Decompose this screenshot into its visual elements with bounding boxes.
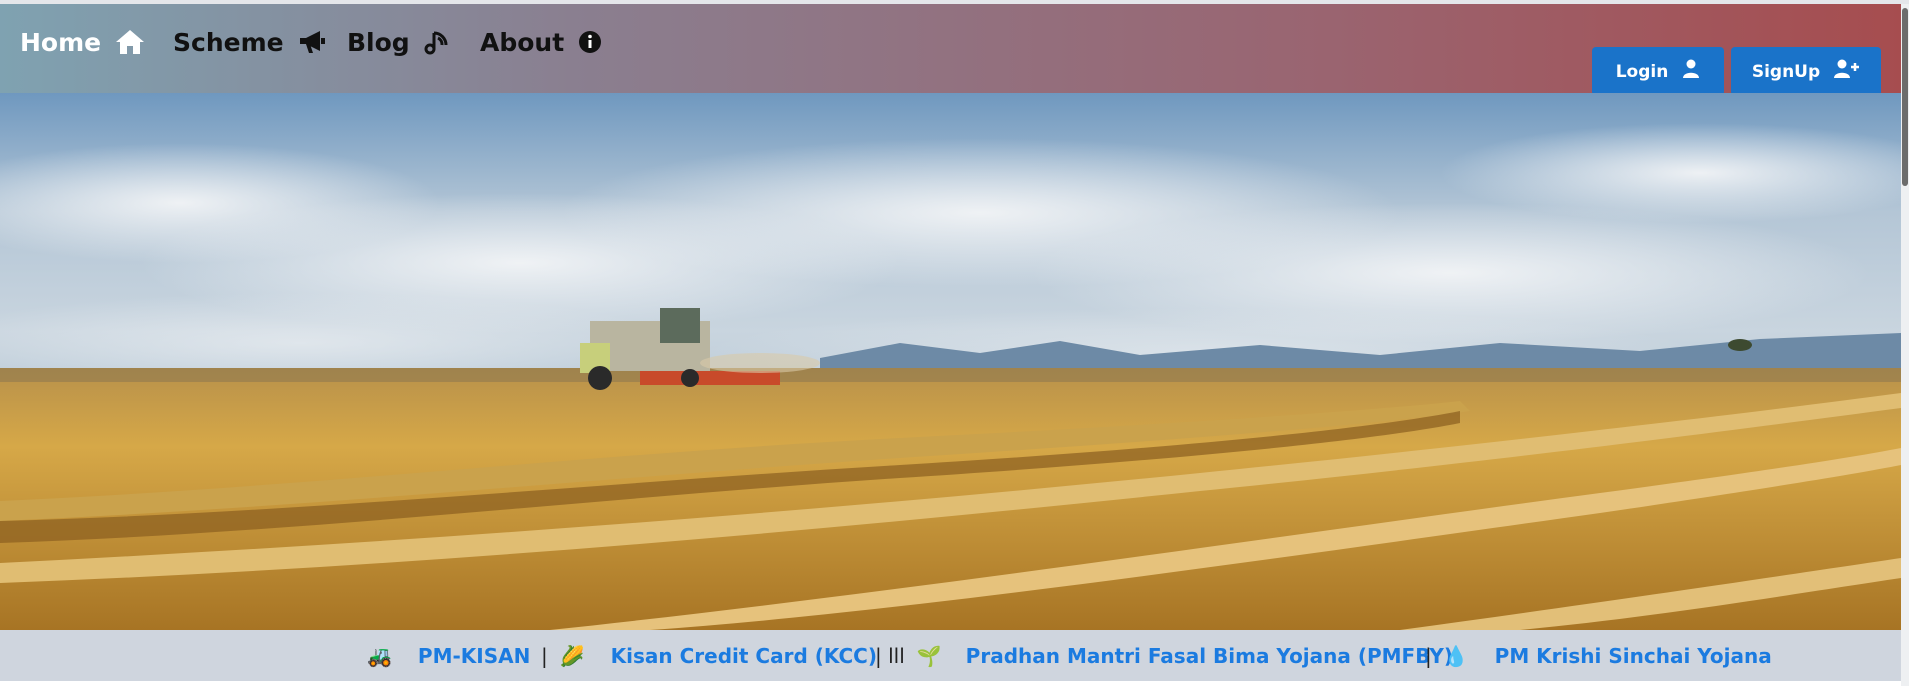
seedling-emoji: 🌱 [916,643,942,668]
signup-button[interactable]: SignUp [1731,47,1881,96]
login-button[interactable]: Login [1592,47,1724,96]
nav-scheme[interactable]: Scheme [173,24,326,60]
pm-kisan-link[interactable]: PM-KISAN [418,644,530,668]
blog-icon [424,29,450,55]
corn-emoji: 🌽 [559,643,585,668]
kcc-link[interactable]: Kisan Credit Card (KCC) [611,644,877,668]
ticker-item-pm-kisan[interactable]: 🚜 PM-KISAN [367,630,530,681]
droplet-emoji: 💧 [1443,643,1469,668]
scrollbar-thumb[interactable] [1902,8,1908,186]
navbar: Home Scheme Blog About Login SignUp [0,4,1901,96]
info-circle-icon [578,30,602,54]
ticker-separator: | lll [875,643,905,668]
nav-home-label: Home [20,27,102,57]
ticker-item-pmksy[interactable]: | 💧 PM Krishi Sinchai Yojana [1425,630,1772,681]
page-bottom [0,681,1901,686]
hero-image [0,93,1901,630]
user-icon [1682,59,1700,84]
nav-blog[interactable]: Blog [347,24,450,60]
nav-blog-label: Blog [347,27,410,57]
ticker-item-pmfby[interactable]: | lll 🌱 Pradhan Mantri Fasal Bima Yojana… [875,630,1453,681]
pm-krishi-sinchai-link[interactable]: PM Krishi Sinchai Yojana [1495,644,1772,668]
nav-about-label: About [480,27,565,57]
megaphone-icon [298,29,326,55]
login-button-label: Login [1615,61,1669,82]
tractor-emoji: 🚜 [367,643,392,668]
nav-scheme-label: Scheme [173,27,284,57]
nav-home[interactable]: Home [20,24,145,60]
ticker-separator: | [1425,643,1432,668]
user-plus-icon [1834,59,1860,84]
pmfby-link[interactable]: Pradhan Mantri Fasal Bima Yojana (PMFBY) [966,644,1453,668]
nav-about[interactable]: About [480,24,602,60]
ticker-item-kcc[interactable]: | 🌽 Kisan Credit Card (KCC) [541,630,877,681]
schemes-ticker: 🚜 PM-KISAN | 🌽 Kisan Credit Card (KCC) |… [0,630,1901,681]
signup-button-label: SignUp [1751,61,1821,82]
home-icon [115,29,145,55]
ticker-separator: | [541,643,548,668]
